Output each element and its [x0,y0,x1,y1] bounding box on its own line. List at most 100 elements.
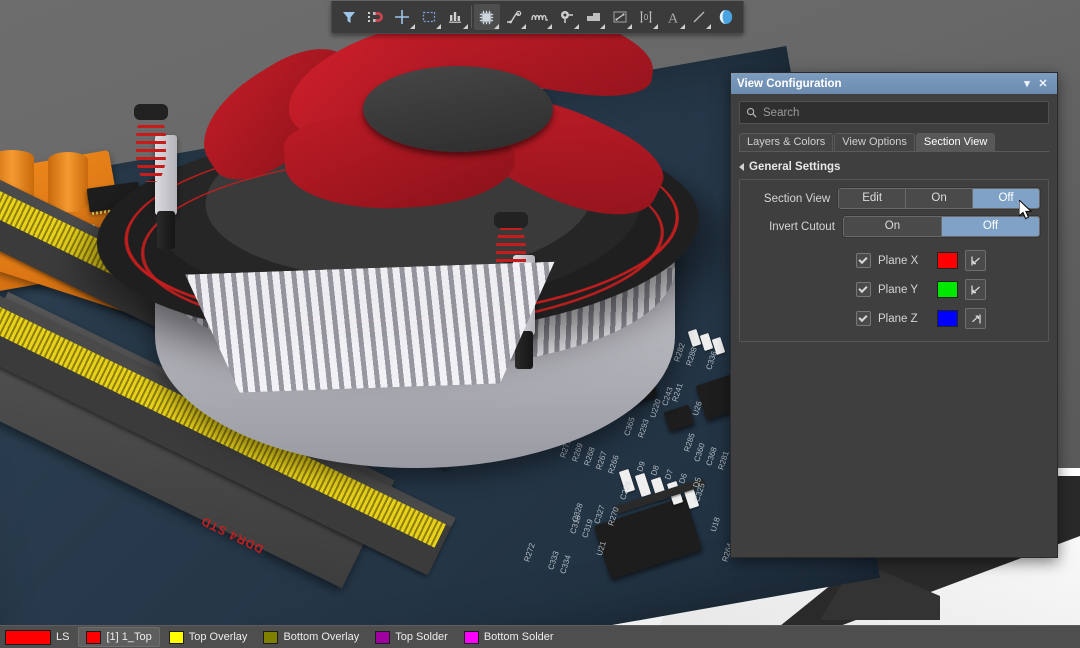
component-chip-icon-button[interactable] [473,4,501,30]
layer-chip-1-top[interactable]: [1] 1_Top [78,627,160,647]
panel-title-bar[interactable]: View Configuration ▾ ✕ [731,73,1057,94]
measure-icon: 0 [640,11,652,23]
plane-x-label: Plane X [878,254,919,267]
layer-set-label: LS [56,631,70,643]
measure-icon-button[interactable]: 0 [633,4,660,30]
invert-cutout-segmented-control[interactable]: On Off [842,216,1040,237]
layer-color-swatch [263,630,279,644]
dimension-icon-button[interactable] [606,4,633,30]
plane-x-flip-left-icon-button[interactable] [965,250,986,271]
polygon-fill-icon-button[interactable] [580,4,607,30]
general-settings-header[interactable]: General Settings [739,161,1049,173]
3d-body-icon [719,10,732,24]
flip-right-icon [971,314,981,323]
main-toolbar[interactable]: 0 A [331,1,744,34]
text-icon-button[interactable]: A [659,4,686,30]
align-icon-button[interactable] [442,4,469,30]
layer-chip-top-solder[interactable]: Top Solder [368,628,455,646]
toolbar-separator-1 [470,6,472,28]
general-settings-box: Section View Edit On Off Invert Cutout O… [739,179,1049,342]
plane-x-checkbox[interactable] [856,253,871,268]
plane-y-row: Plane Y [856,279,1040,300]
layer-color-swatch [463,630,479,644]
general-settings-label: General Settings [749,161,841,173]
panel-search-box[interactable]: Search [739,101,1049,124]
plane-z-row: Plane Z [856,308,1040,329]
panel-body: Search Layers & Colors View Options Sect… [731,94,1057,342]
mount-spring-left [136,112,166,182]
layer-color-swatch [375,630,391,644]
plane-x-row: Plane X [856,250,1040,271]
line-icon-button[interactable] [686,4,713,30]
panel-tabs[interactable]: Layers & Colors View Options Section Vie… [739,133,1049,152]
search-icon [746,107,757,118]
plane-z-color-swatch[interactable] [937,310,958,327]
layer-status-bar[interactable]: LS [1] 1_Top Top Overlay Bottom Overlay … [0,625,1080,648]
invert-cutout-label: Invert Cutout [769,220,835,233]
tune-squiggle-icon [531,14,548,21]
polygon-fill-icon [586,13,600,21]
mount-screw-head-left [134,104,168,120]
tab-view-options[interactable]: View Options [834,133,915,151]
layer-label: Bottom Solder [483,631,554,643]
connector-orange-post-2 [48,152,88,212]
tune-squiggle-icon-button[interactable] [527,4,554,30]
layer-chip-bottom-overlay[interactable]: Bottom Overlay [256,628,366,646]
layer-label: Top Overlay [188,631,248,643]
plane-z-label: Plane Z [878,312,918,325]
filter-icon-button[interactable] [336,4,363,30]
plane-x-color-swatch[interactable] [937,252,958,269]
fan-hub [363,66,553,152]
plane-y-flip-left-icon-button[interactable] [965,279,986,300]
via-pad-icon [560,11,573,23]
section-view-segmented-control[interactable]: Edit On Off [838,188,1040,209]
plane-y-label: Plane Y [878,283,919,296]
plane-y-color-swatch[interactable] [937,281,958,298]
panel-search-input[interactable]: Search [763,107,799,119]
panel-title-text: View Configuration [737,77,842,90]
layer-chip-top-overlay[interactable]: Top Overlay [162,628,255,646]
magnet-snap-icon-button[interactable] [363,4,390,30]
svg-text:0: 0 [644,13,649,22]
layer-label: Bottom Overlay [283,631,360,643]
flip-left-icon [970,256,980,265]
tab-layers-and-colors[interactable]: Layers & Colors [739,133,834,151]
section-view-row: Section View Edit On Off [748,188,1040,209]
via-pad-icon-button[interactable] [553,4,580,30]
line-icon [693,11,705,23]
route-trace-icon-button[interactable] [500,4,527,30]
section-view-label: Section View [763,192,831,205]
layer-set-selector[interactable]: LS [1,628,76,646]
plane-z-checkbox[interactable] [856,311,871,326]
component-chip-icon [480,10,494,24]
panel-close-button[interactable]: ✕ [1035,76,1051,92]
layer-label: [1] 1_Top [106,631,152,643]
dimension-icon [612,11,627,23]
magnet-snap-icon [368,12,384,22]
invert-cutout-row: Invert Cutout On Off [748,216,1040,237]
filter-icon [343,12,356,23]
layer-label: Top Solder [395,631,448,643]
route-trace-icon [506,10,522,24]
view-configuration-panel[interactable]: View Configuration ▾ ✕ Search Layers & C… [730,72,1058,558]
selection-rect-icon-button[interactable] [416,4,443,30]
layer-chip-bottom-solder[interactable]: Bottom Solder [457,628,561,646]
layer-color-swatch [168,630,184,644]
section-view-option-on[interactable]: On [906,189,974,208]
collapse-triangle-icon [739,163,744,171]
section-view-option-edit[interactable]: Edit [839,189,907,208]
tab-section-view[interactable]: Section View [915,133,996,151]
crosshair-place-icon-button[interactable] [389,4,416,30]
layer-set-color-swatch [5,629,51,645]
invert-cutout-option-on[interactable]: On [843,217,942,236]
plane-z-flip-right-icon-button[interactable] [965,308,986,329]
layer-color-swatch [86,630,102,644]
selection-rect-icon [422,11,436,23]
crosshair-place-icon [395,10,410,24]
plane-y-checkbox[interactable] [856,282,871,297]
panel-menu-button[interactable]: ▾ [1019,76,1035,92]
mount-screw-head-right [494,212,528,228]
3d-body-icon-button[interactable] [712,4,739,30]
svg-text:A: A [668,12,679,26]
mouse-cursor [1018,198,1035,222]
